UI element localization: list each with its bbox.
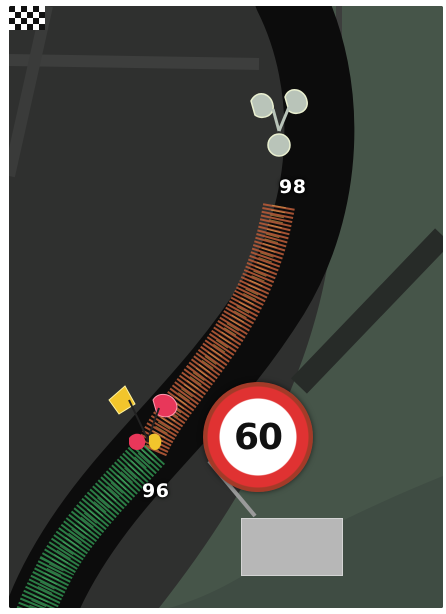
waypoint-label: 98 xyxy=(279,176,307,198)
checkered-flag-icon xyxy=(9,6,45,30)
destination-marker[interactable] xyxy=(241,518,343,576)
speed-limit-value: 60 xyxy=(233,416,283,458)
map-view[interactable]: 98 96 60 xyxy=(9,6,443,608)
waypoint-label: 96 xyxy=(142,480,170,502)
side-road-left xyxy=(9,6,53,178)
side-road-upper xyxy=(9,54,260,70)
navigation-screen: 98 96 60 xyxy=(0,0,446,614)
map-canvas xyxy=(9,6,443,608)
speed-limit-sign-icon: 60 xyxy=(203,382,313,492)
